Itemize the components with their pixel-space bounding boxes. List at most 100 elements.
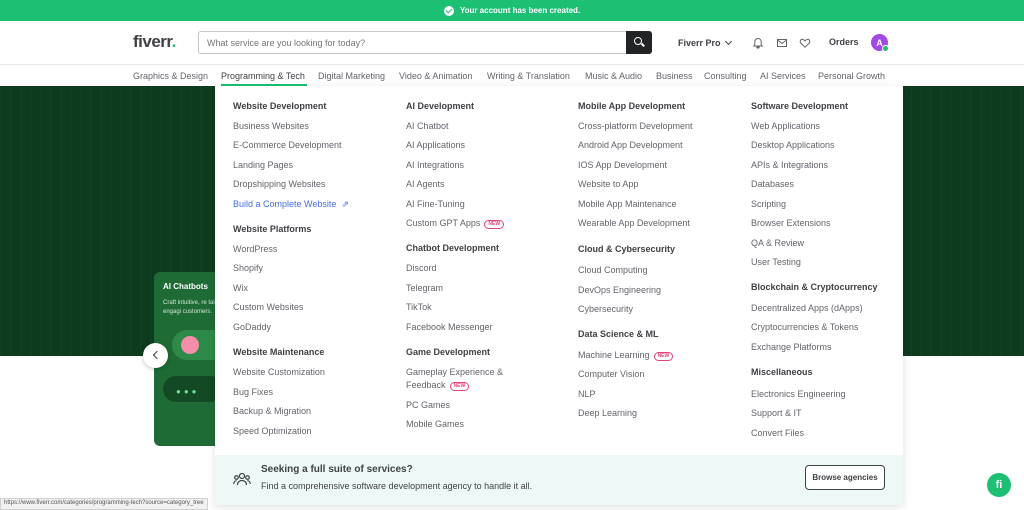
menu-item[interactable]: Electronics Engineering [751,388,846,400]
menu-item[interactable]: Shopify [233,262,263,274]
menu-item[interactable]: GoDaddy [233,321,271,333]
new-badge: NEW [484,220,505,229]
magic-wand-icon: ⇗ [341,199,349,209]
menu-item[interactable]: Convert Files [751,427,804,439]
category-digital-marketing[interactable]: Digital Marketing [318,71,385,81]
section-title[interactable]: Miscellaneous [751,367,813,377]
fiverr-pro-dropdown[interactable]: Fiverr Pro [678,37,732,48]
menu-item[interactable]: Mobile App Maintenance [578,198,677,210]
menu-item[interactable]: AI Fine-Tuning [406,198,465,210]
category-personal-growth[interactable]: Personal Growth [818,71,885,81]
menu-item[interactable]: Browser Extensions [751,217,831,229]
section-title[interactable]: Game Development [406,347,490,357]
menu-item[interactable]: Wearable App Development [578,217,690,229]
menu-item[interactable]: APIs & Integrations [751,159,828,171]
new-badge: NEW [449,382,470,391]
menu-item[interactable]: Feedback NEW [406,379,470,391]
menu-item[interactable]: Backup & Migration [233,405,311,417]
section-title[interactable]: Chatbot Development [406,243,499,253]
search-button[interactable] [626,31,652,54]
section-title[interactable]: Website Maintenance [233,347,324,357]
menu-item[interactable]: IOS App Development [578,159,667,171]
programming-tech-mega-menu: Website Development Business Websites E-… [215,86,903,505]
menu-item[interactable]: Support & IT [751,407,802,419]
agency-description: Find a comprehensive software developmen… [261,481,533,491]
menu-item[interactable]: Speed Optimization [233,425,312,437]
category-nav: Graphics & Design Programming & Tech Dig… [0,64,1024,86]
menu-item[interactable]: Cross-platform Development [578,120,693,132]
menu-item[interactable]: Cloud Computing [578,264,648,276]
menu-item[interactable]: Telegram [406,282,443,294]
menu-item[interactable]: Machine Learning NEW [578,349,674,361]
section-title[interactable]: Website Platforms [233,224,311,234]
menu-item[interactable]: DevOps Engineering [578,284,661,296]
category-writing-translation[interactable]: Writing & Translation [487,71,570,81]
orders-link[interactable]: Orders [829,37,859,47]
menu-item[interactable]: Android App Development [578,139,683,151]
menu-item[interactable]: NLP [578,388,596,400]
menu-item[interactable]: Desktop Applications [751,139,835,151]
menu-item[interactable]: Cybersecurity [578,303,633,315]
menu-item[interactable]: AI Applications [406,139,465,151]
menu-item[interactable]: Dropshipping Websites [233,178,325,190]
menu-item[interactable]: Website to App [578,178,638,190]
category-business[interactable]: Business [656,71,693,81]
fiverr-logo[interactable]: fiverr. [133,32,176,52]
menu-item[interactable]: Exchange Platforms [751,341,832,353]
menu-item[interactable]: Website Customization [233,366,325,378]
menu-item[interactable]: Gameplay Experience & [406,366,503,378]
menu-item[interactable]: AI Integrations [406,159,464,171]
menu-item[interactable]: Custom Websites [233,301,303,313]
menu-item[interactable]: Wix [233,282,248,294]
help-chat-button[interactable]: fi [987,473,1011,497]
menu-item[interactable]: User Testing [751,256,801,268]
menu-item[interactable]: Scripting [751,198,786,210]
typing-dots-icon: ●●● [176,387,200,396]
search-icon [634,37,642,45]
menu-item[interactable]: PC Games [406,399,450,411]
bell-icon[interactable] [752,37,764,49]
menu-item[interactable]: Mobile Games [406,418,464,430]
section-title[interactable]: Mobile App Development [578,101,685,111]
menu-item[interactable]: Computer Vision [578,368,644,380]
menu-item[interactable]: Deep Learning [578,407,637,419]
category-graphics-design[interactable]: Graphics & Design [133,71,208,81]
menu-item[interactable]: QA & Review [751,237,804,249]
browse-agencies-button[interactable]: Browse agencies [805,465,885,490]
search-input[interactable] [198,31,626,54]
section-title[interactable]: Blockchain & Cryptocurrency [751,282,878,292]
menu-item[interactable]: AI Chatbot [406,120,449,132]
heart-icon[interactable] [799,37,811,49]
category-ai-services[interactable]: AI Services [760,71,806,81]
section-title[interactable]: Software Development [751,101,848,111]
card-title: AI Chatbots [163,282,208,291]
section-title[interactable]: Data Science & ML [578,329,659,339]
carousel-prev-button[interactable] [143,343,168,368]
menu-item[interactable]: WordPress [233,243,277,255]
section-title[interactable]: Cloud & Cybersecurity [578,244,675,254]
menu-item[interactable]: Cryptocurrencies & Tokens [751,321,858,333]
menu-item[interactable]: Decentralized Apps (dApps) [751,302,863,314]
chevron-down-icon [724,37,732,46]
banner-text: Your account has been created. [459,6,581,15]
menu-item[interactable]: Facebook Messenger [406,321,493,333]
menu-item[interactable]: Web Applications [751,120,820,132]
menu-item[interactable]: AI Agents [406,178,445,190]
menu-item[interactable]: Custom GPT Apps NEW [406,217,505,229]
avatar[interactable]: A [871,34,889,52]
category-consulting[interactable]: Consulting [704,71,747,81]
menu-item[interactable]: Bug Fixes [233,386,273,398]
menu-item[interactable]: Discord [406,262,437,274]
build-complete-website-link[interactable]: Build a Complete Website ⇗ [233,198,349,210]
section-title[interactable]: AI Development [406,101,474,111]
category-programming-tech[interactable]: Programming & Tech [221,71,305,81]
section-title[interactable]: Website Development [233,101,326,111]
menu-item[interactable]: Business Websites [233,120,309,132]
category-video-animation[interactable]: Video & Animation [399,71,472,81]
menu-item[interactable]: Landing Pages [233,159,293,171]
menu-item[interactable]: TikTok [406,301,432,313]
menu-item[interactable]: Databases [751,178,794,190]
category-music-audio[interactable]: Music & Audio [585,71,642,81]
menu-item[interactable]: E-Commerce Development [233,139,342,151]
messages-icon[interactable] [776,37,788,49]
